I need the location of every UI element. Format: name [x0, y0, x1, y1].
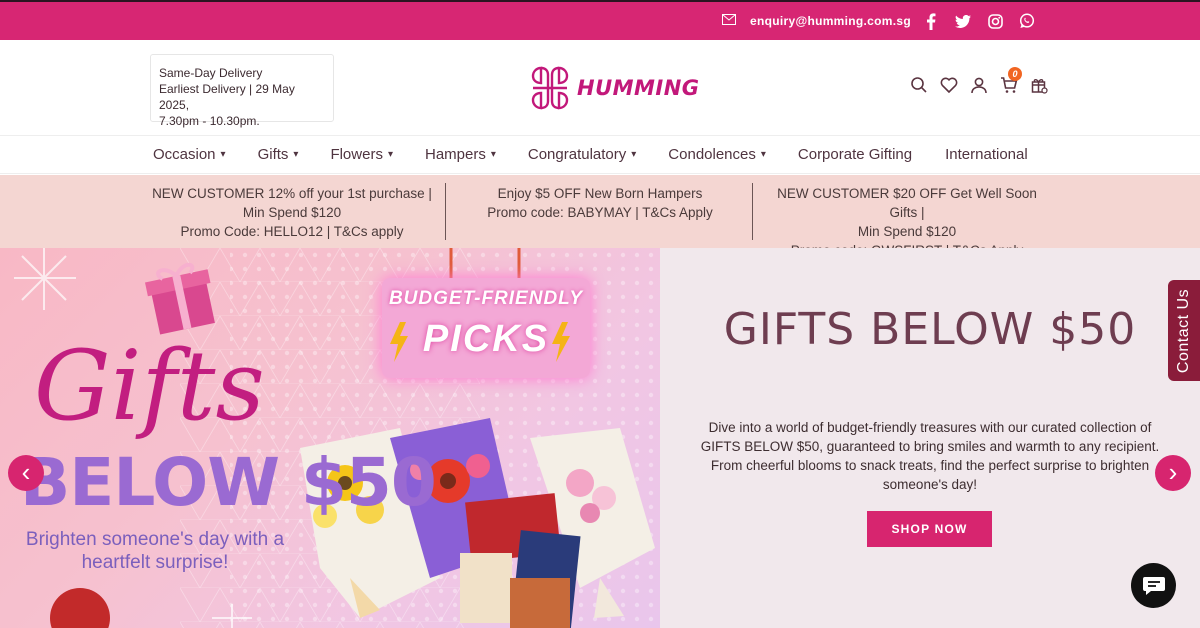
twitter-icon[interactable] [954, 12, 972, 30]
top-bar: enquiry@humming.com.sg [0, 0, 1200, 40]
chat-icon [1142, 576, 1165, 595]
banner-tagline: Brighten someone's day with a heartfelt … [20, 528, 290, 574]
nav-label: Corporate Gifting [797, 146, 913, 163]
banner-tagline-line: heartfelt surprise! [81, 552, 229, 573]
nav-label: International [945, 146, 1028, 163]
lightning-icon [390, 322, 408, 362]
lightning-icon [552, 322, 570, 362]
gift-tracker-icon[interactable] [1030, 76, 1048, 94]
cart-count-badge: 0 [1008, 67, 1022, 81]
nav-label: Condolences [668, 146, 756, 163]
nav-hampers[interactable]: Hampers ▾ [425, 146, 496, 163]
nav-label: Congratulatory [527, 146, 627, 163]
nav-condolences[interactable]: Condolences ▾ [668, 146, 766, 163]
instagram-icon[interactable] [986, 12, 1004, 30]
whatsapp-icon[interactable] [1018, 12, 1036, 30]
search-icon[interactable] [910, 76, 928, 94]
promo-line: Min Spend $120 [857, 224, 957, 239]
delivery-line-2: Earliest Delivery | 29 May 2025, [159, 82, 295, 112]
humming-logo-mark [531, 66, 569, 110]
facebook-icon[interactable] [922, 12, 940, 30]
main-navigation: Occasion ▾ Gifts ▾ Flowers ▾ Hampers ▾ Congr… [0, 136, 1200, 174]
chevron-down-icon: ▾ [387, 149, 393, 160]
chevron-right-icon: › [1168, 456, 1178, 487]
budget-friendly-sign: BUDGET-FRIENDLY PICKS [382, 278, 590, 378]
nav-flowers[interactable]: Flowers ▾ [330, 146, 393, 163]
promo-new-customer[interactable]: NEW CUSTOMER 12% off your 1st purchase |… [150, 184, 434, 241]
promo-newborn[interactable]: Enjoy $5 OFF New Born Hampers Promo code… [456, 184, 744, 222]
nav-international[interactable]: International [945, 146, 1028, 163]
chevron-down-icon: ▾ [490, 149, 496, 160]
promo-line: Promo Code: HELLO12 | T&Cs apply [180, 224, 404, 239]
banner-below-50: BELOW $50 [20, 444, 437, 521]
shop-now-button[interactable]: SHOP NOW [867, 511, 992, 547]
cart-icon[interactable]: 0 [1000, 67, 1022, 94]
nav-occasion[interactable]: Occasion ▾ [153, 146, 226, 163]
chevron-down-icon: ▾ [631, 149, 637, 160]
carousel-next-button[interactable]: › [1155, 455, 1191, 491]
nav-congratulatory[interactable]: Congratulatory ▾ [528, 146, 636, 163]
header-icons: 0 [910, 67, 1048, 94]
promo-line: Promo code: BABYMAY | T&Cs Apply [487, 205, 713, 220]
email-text[interactable]: enquiry@humming.com.sg [750, 14, 911, 28]
nav-gifts[interactable]: Gifts ▾ [258, 146, 299, 163]
chevron-down-icon: ▾ [293, 149, 299, 160]
nav-label: Occasion [153, 146, 216, 163]
promo-line: Min Spend $120 [242, 205, 342, 220]
nav-label: Hampers [424, 146, 486, 163]
promo-line: Enjoy $5 OFF New Born Hampers [497, 186, 703, 201]
account-icon[interactable] [970, 76, 988, 94]
hero-title: GIFTS BELOW $50 [723, 304, 1137, 355]
carousel-prev-button[interactable]: ‹ [8, 455, 44, 491]
banner-tagline-line: Brighten someone's day with a [25, 529, 285, 550]
nav-corporate-gifting[interactable]: Corporate Gifting [798, 146, 912, 163]
promo-line: NEW CUSTOMER $20 OFF Get Well Soon Gifts… [777, 186, 1037, 220]
promo-line: NEW CUSTOMER 12% off your 1st purchase | [152, 186, 432, 201]
promo-strip: NEW CUSTOMER 12% off your 1st purchase |… [0, 175, 1200, 258]
nav-label: Flowers [330, 146, 383, 163]
hero-description: Dive into a world of budget-friendly tre… [700, 420, 1160, 492]
mail-icon [722, 14, 736, 28]
chat-widget-button[interactable] [1131, 563, 1176, 608]
chevron-left-icon: ‹ [21, 456, 31, 487]
promo-divider [752, 183, 753, 240]
wishlist-icon[interactable] [940, 76, 958, 94]
hero-text-panel: GIFTS BELOW $50 Dive into a world of bud… [660, 248, 1200, 628]
chevron-down-icon: ▾ [760, 149, 766, 160]
email-link[interactable]: enquiry@humming.com.sg [722, 14, 911, 28]
promo-divider [445, 183, 446, 240]
contact-us-tab[interactable]: Contact Us [1168, 280, 1200, 381]
sign-top-text: BUDGET-FRIENDLY [388, 288, 584, 309]
banner-gifts-script: Gifts [34, 330, 265, 442]
nav-label: Gifts [257, 146, 289, 163]
delivery-line-3: 7.30pm - 10.30pm. [159, 114, 260, 128]
social-links [922, 12, 1036, 30]
humming-logo[interactable]: HUMMING [527, 62, 700, 114]
delivery-line-1: Same-Day Delivery [159, 66, 263, 80]
site-header: Same-Day Delivery Earliest Delivery | 29… [0, 40, 1200, 136]
logo-wordmark: HUMMING [577, 76, 700, 100]
chevron-down-icon: ▾ [220, 149, 226, 160]
contact-us-label: Contact Us [1175, 288, 1193, 373]
delivery-info-box: Same-Day Delivery Earliest Delivery | 29… [150, 54, 334, 128]
